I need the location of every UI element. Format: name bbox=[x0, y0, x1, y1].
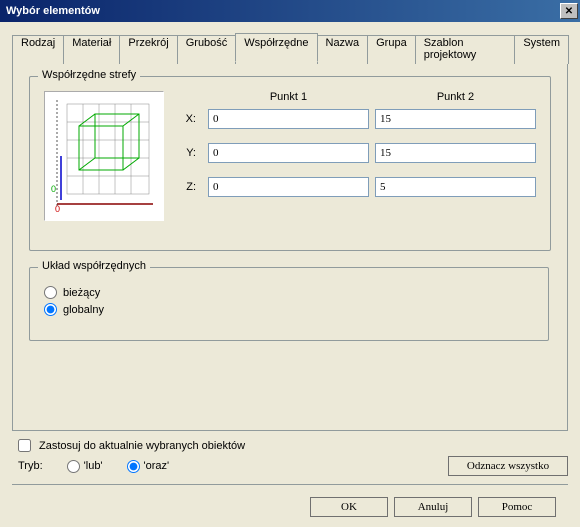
mode-label: Tryb: bbox=[18, 460, 43, 472]
cube-icon: 0 0 bbox=[49, 96, 159, 216]
footer-buttons: OK Anuluj Pomoc bbox=[12, 485, 568, 517]
label-z: Z: bbox=[180, 181, 202, 193]
tab-nazwa[interactable]: Nazwa bbox=[317, 35, 369, 64]
radio-mode-and[interactable] bbox=[127, 460, 140, 473]
input-x-p2[interactable] bbox=[375, 109, 536, 129]
input-y-p2[interactable] bbox=[375, 143, 536, 163]
tab-przekroj[interactable]: Przekrój bbox=[119, 35, 177, 64]
tab-system[interactable]: System bbox=[514, 35, 569, 64]
label-global-csys[interactable]: globalny bbox=[63, 304, 104, 316]
csys-group-title: Układ współrzędnych bbox=[38, 260, 150, 272]
header-punkt2: Punkt 2 bbox=[375, 91, 536, 103]
label-x: X: bbox=[180, 113, 202, 125]
header-punkt1: Punkt 1 bbox=[208, 91, 369, 103]
input-z-p1[interactable] bbox=[208, 177, 369, 197]
zone-group-title: Współrzędne strefy bbox=[38, 69, 140, 81]
input-y-p1[interactable] bbox=[208, 143, 369, 163]
radio-current-csys[interactable] bbox=[44, 286, 57, 299]
tab-grubosc[interactable]: Grubość bbox=[177, 35, 237, 64]
cancel-button[interactable]: Anuluj bbox=[394, 497, 472, 517]
tab-strip: Rodzaj Materiał Przekrój Grubość Współrz… bbox=[12, 33, 568, 62]
tab-wspolrzedne[interactable]: Współrzędne bbox=[235, 33, 317, 62]
label-mode-and[interactable]: 'oraz' bbox=[144, 460, 170, 472]
radio-global-csys[interactable] bbox=[44, 303, 57, 316]
input-z-p2[interactable] bbox=[375, 177, 536, 197]
titlebar: Wybór elementów ✕ bbox=[0, 0, 580, 22]
label-mode-or[interactable]: 'lub' bbox=[84, 460, 103, 472]
window-title: Wybór elementów bbox=[6, 5, 100, 17]
tab-panel: Współrzędne strefy bbox=[12, 61, 568, 431]
deselect-all-button[interactable]: Odznacz wszystko bbox=[448, 456, 568, 476]
tab-material[interactable]: Materiał bbox=[63, 35, 120, 64]
svg-text:0: 0 bbox=[55, 204, 60, 214]
coord-system-group: Układ współrzędnych bieżący globalny bbox=[29, 267, 549, 341]
zone-coords-group: Współrzędne strefy bbox=[29, 76, 551, 251]
close-icon: ✕ bbox=[565, 6, 573, 17]
label-y: Y: bbox=[180, 147, 202, 159]
apply-label[interactable]: Zastosuj do aktualnie wybranych obiektów bbox=[39, 440, 245, 452]
input-x-p1[interactable] bbox=[208, 109, 369, 129]
radio-mode-or[interactable] bbox=[67, 460, 80, 473]
svg-text:0: 0 bbox=[51, 184, 56, 194]
close-button[interactable]: ✕ bbox=[560, 3, 578, 19]
tab-szablon[interactable]: Szablon projektowy bbox=[415, 35, 516, 64]
help-button[interactable]: Pomoc bbox=[478, 497, 556, 517]
label-current-csys[interactable]: bieżący bbox=[63, 287, 100, 299]
apply-checkbox[interactable] bbox=[18, 439, 31, 452]
tab-grupa[interactable]: Grupa bbox=[367, 35, 416, 64]
zone-preview: 0 0 bbox=[44, 91, 164, 221]
ok-button[interactable]: OK bbox=[310, 497, 388, 517]
tab-rodzaj[interactable]: Rodzaj bbox=[12, 35, 64, 64]
